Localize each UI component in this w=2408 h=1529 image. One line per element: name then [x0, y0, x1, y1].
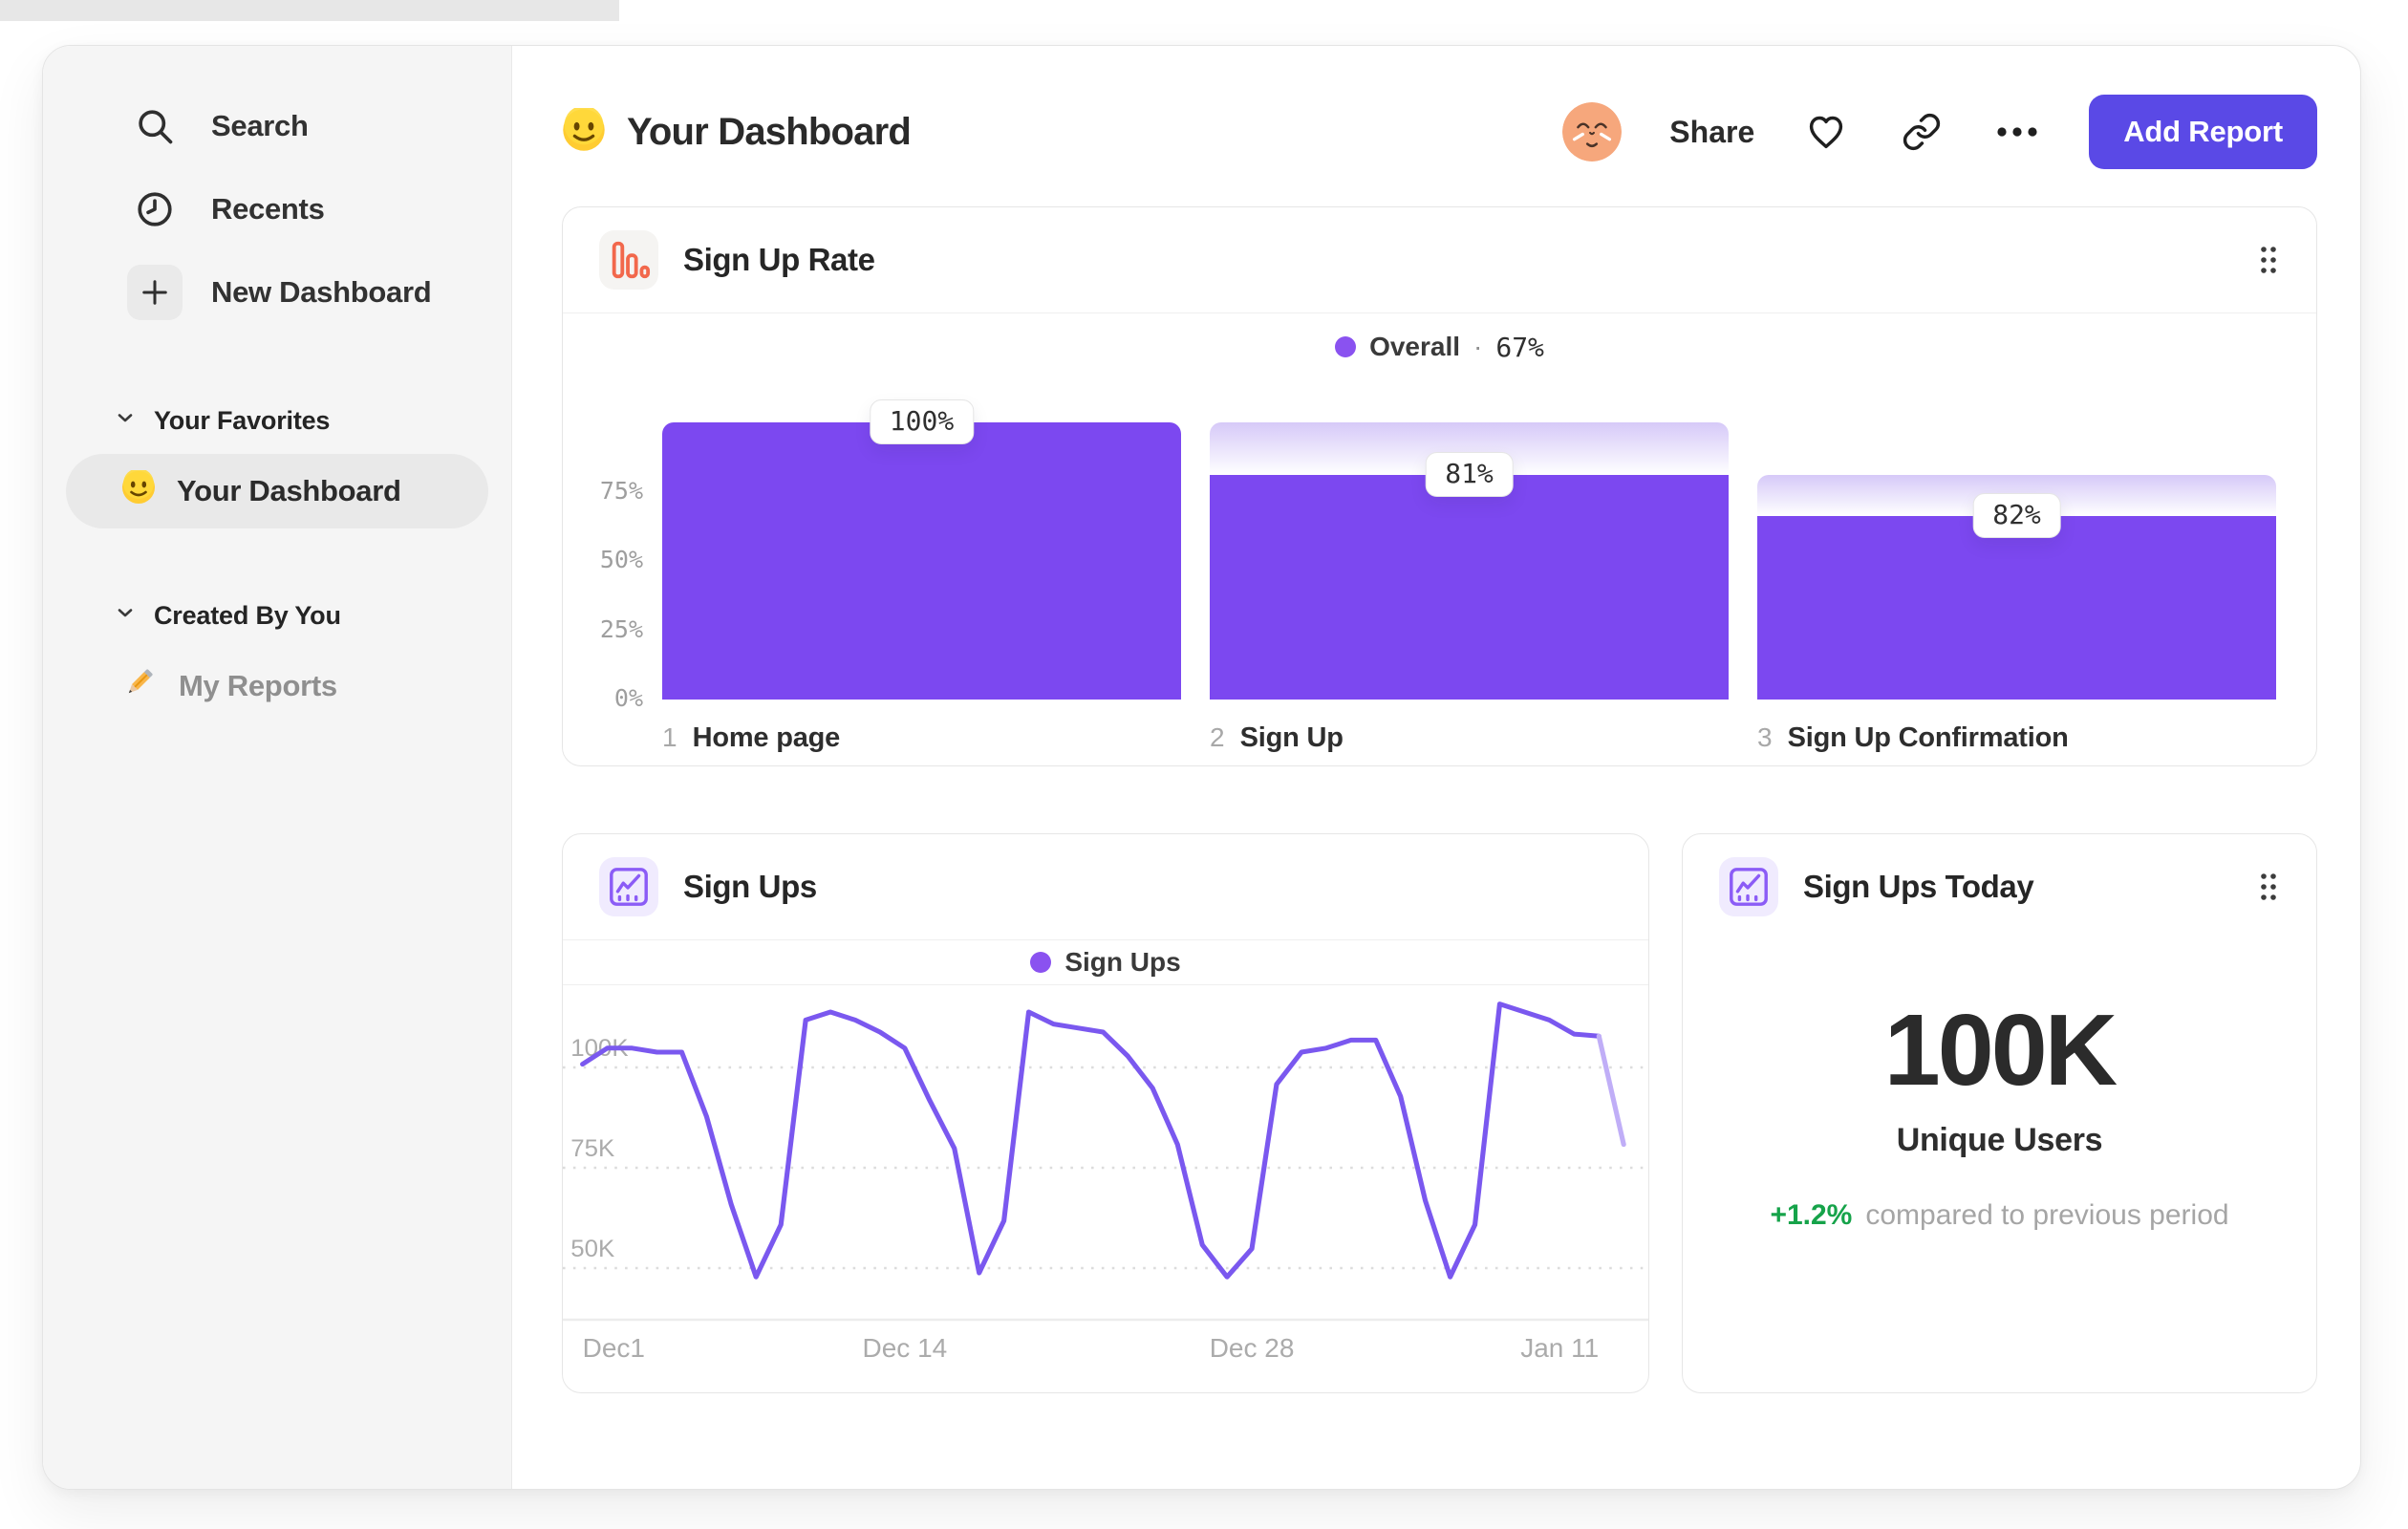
funnel-bar — [662, 422, 1181, 700]
link-icon[interactable] — [1898, 108, 1946, 156]
funnel-chart: 75% 50% 25% 0% 100% 1 Home page 81% 2 Sign Up 82%… — [563, 373, 2316, 754]
line-x-tick: Dec 14 — [862, 1333, 948, 1363]
legend-label: Sign Ups — [1064, 947, 1181, 977]
chevron-down-icon — [114, 601, 137, 631]
delta-comparison-text: compared to previous period — [1865, 1199, 2229, 1231]
stat-card-header: Sign Ups Today — [1683, 834, 2316, 939]
funnel-y-tick: 0% — [613, 684, 643, 712]
funnel-step-label: Sign Up Confirmation — [1787, 722, 2069, 753]
bottom-row: Sign Ups Sign Ups 100K 75K 50K Dec1 Dec 14 D… — [562, 833, 2317, 1393]
main-content: Your Dashboard Share Add Report Sign Up … — [512, 46, 2360, 1489]
funnel-card-header: Sign Up Rate — [563, 207, 2316, 312]
sign-ups-line-chart: 100K75K50K — [563, 1001, 1648, 1322]
legend-dot — [1335, 336, 1357, 357]
funnel-columns: 100% 1 Home page 81% 2 Sign Up 82% 3 Sign Up Con… — [662, 399, 2276, 754]
line-x-tick: Dec 28 — [1209, 1333, 1295, 1363]
card-title: Sign Up Rate — [683, 242, 875, 277]
avatar[interactable] — [1562, 102, 1623, 162]
funnel-step-number: 3 — [1757, 722, 1773, 752]
funnel-step-number: 2 — [1210, 722, 1225, 752]
section-title: Created By You — [154, 600, 341, 630]
sidebar-item-recents[interactable]: Recents — [87, 167, 488, 250]
line-legend: Sign Ups — [563, 940, 1648, 984]
funnel-step: 81% 2 Sign Up — [1210, 403, 1729, 754]
ellipsis-icon[interactable] — [1993, 108, 2041, 156]
stat-label: Unique Users — [1896, 1122, 2103, 1158]
funnel-bar — [1210, 475, 1729, 700]
stat-body: 100K Unique Users +1.2% compared to prev… — [1683, 939, 2316, 1392]
slightly-smiling-face-emoji — [562, 104, 606, 157]
legend-value: 67% — [1495, 331, 1544, 363]
funnel-y-tick: 50% — [599, 546, 643, 574]
app-window: Search Recents New Dashboard Your Favori… — [42, 45, 2361, 1490]
funnel-y-tick: 75% — [599, 476, 643, 505]
line-x-axis: Dec1 Dec 14 Dec 28 Jan 11 — [563, 1322, 1648, 1373]
sidebar-item-search[interactable]: Search — [87, 84, 488, 167]
add-report-button[interactable]: Add Report — [2089, 95, 2317, 169]
sign-ups-series-line-incomplete — [1596, 1033, 1626, 1148]
chevron-down-icon — [114, 406, 137, 436]
funnel-value-tooltip: 82% — [1972, 492, 2061, 538]
sidebar-item-label: New Dashboard — [211, 274, 432, 309]
section-created-by-you[interactable]: Created By You — [87, 588, 488, 643]
sidebar-item-label: Your Dashboard — [177, 474, 401, 507]
drag-handle-icon[interactable] — [2257, 871, 2280, 903]
funnel-bar — [1757, 515, 2276, 700]
heart-icon[interactable] — [1802, 108, 1850, 156]
sidebar-item-new-dashboard[interactable]: New Dashboard — [87, 250, 488, 334]
sidebar-item-label: Search — [211, 108, 309, 142]
sidebar-item-your-dashboard[interactable]: Your Dashboard — [66, 454, 488, 528]
sign-ups-today-card: Sign Ups Today 100K Unique Users +1.2% c… — [1682, 833, 2317, 1393]
background-window-strip — [0, 0, 619, 21]
sidebar: Search Recents New Dashboard Your Favori… — [43, 46, 512, 1489]
funnel-value-tooltip: 81% — [1425, 452, 1514, 498]
delta-badge: +1.2% — [1770, 1199, 1853, 1231]
favorites-section: Your Favorites Your Dashboard — [66, 393, 488, 528]
line-y-tick: 50K — [570, 1236, 614, 1262]
card-title: Sign Ups Today — [1803, 869, 2034, 904]
sign-up-rate-card: Sign Up Rate Overall · 67% 75% 50% 25% 0% — [562, 206, 2317, 766]
page-header: Your Dashboard Share Add Report — [562, 94, 2317, 170]
funnel-step-label: Home page — [692, 722, 841, 753]
plus-icon — [127, 264, 183, 320]
line-x-tick: Dec1 — [582, 1333, 646, 1363]
section-title: Your Favorites — [154, 405, 331, 435]
sidebar-item-label: My Reports — [179, 669, 337, 702]
legend-dot — [1030, 952, 1052, 973]
search-icon — [127, 98, 183, 154]
drag-handle-icon[interactable] — [2257, 244, 2280, 276]
funnel-step-number: 1 — [662, 722, 677, 752]
sign-ups-card: Sign Ups Sign Ups 100K 75K 50K Dec1 Dec 14 D… — [562, 833, 1649, 1393]
funnel-chart-icon — [599, 230, 658, 290]
card-title: Sign Ups — [683, 869, 817, 904]
page-title: Your Dashboard — [627, 110, 912, 153]
line-chart-icon — [1719, 857, 1778, 916]
funnel-y-tick: 25% — [599, 614, 643, 643]
stat-value: 100K — [1883, 994, 2118, 1107]
line-x-tick: Jan 11 — [1520, 1333, 1600, 1363]
funnel-value-tooltip: 100% — [869, 399, 975, 445]
funnel-step: 100% 1 Home page — [662, 399, 1181, 754]
sidebar-item-my-reports[interactable]: My Reports — [66, 649, 488, 723]
funnel-step-label: Sign Up — [1239, 722, 1344, 753]
sign-ups-series-line — [580, 1001, 1602, 1280]
line-chart-icon — [599, 857, 658, 916]
funnel-step: 82% 3 Sign Up Confirmation — [1757, 403, 2276, 754]
funnel-y-axis: 75% 50% 25% 0% — [591, 403, 662, 712]
line-card-header: Sign Ups — [563, 834, 1648, 939]
share-button[interactable]: Share — [1669, 115, 1754, 150]
section-your-favorites[interactable]: Your Favorites — [87, 393, 488, 448]
clock-icon — [127, 182, 183, 237]
slightly-smiling-face-emoji — [121, 468, 156, 512]
created-by-you-section: Created By You My Reports — [87, 588, 488, 723]
legend-label: Overall — [1369, 332, 1461, 361]
pencil-emoji — [121, 664, 158, 708]
funnel-legend: Overall · 67% — [563, 313, 2316, 373]
sidebar-item-label: Recents — [211, 191, 325, 226]
legend-separator: · — [1473, 332, 1483, 361]
line-y-tick: 75K — [570, 1135, 614, 1162]
